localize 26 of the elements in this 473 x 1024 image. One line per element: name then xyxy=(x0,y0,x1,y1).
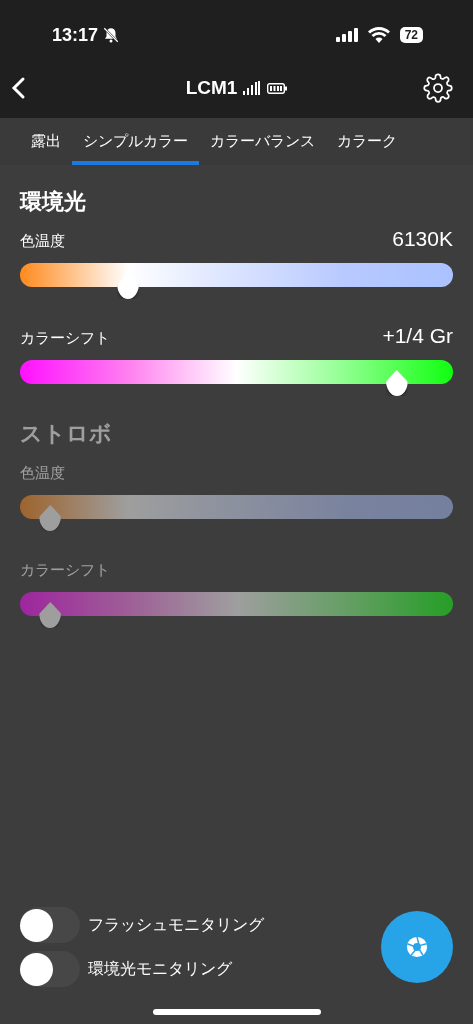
status-time: 13:17 xyxy=(52,24,99,46)
toggle-label: フラッシュモニタリング xyxy=(88,914,264,936)
section-title: 環境光 xyxy=(20,188,86,216)
signal-icon xyxy=(243,81,262,95)
toggle-label: 環境光モニタリング xyxy=(88,958,232,980)
battery-icon xyxy=(267,82,288,94)
slider-label: カラーシフト xyxy=(20,329,110,348)
slider-label: 色温度 xyxy=(20,464,65,483)
bell-slash-icon xyxy=(102,26,121,44)
slider-label: 色温度 xyxy=(20,232,65,251)
aperture-icon xyxy=(406,936,428,958)
signal-icon xyxy=(335,28,358,42)
tab[interactable]: カラーバランス xyxy=(199,118,326,165)
settings-button[interactable] xyxy=(423,73,453,103)
wifi-icon xyxy=(367,27,390,43)
battery-level: 72 xyxy=(399,27,423,43)
toggle-switch[interactable] xyxy=(20,951,80,987)
tab[interactable]: シンプルカラー xyxy=(72,118,199,165)
tab[interactable]: カラーク xyxy=(326,118,408,165)
slider-reading: +1/4 Gr xyxy=(382,324,453,348)
slider-reading: 6130K xyxy=(392,227,453,251)
device-title: LCM1 xyxy=(185,77,238,99)
tab[interactable]: 露出 xyxy=(20,118,72,165)
toggle-switch[interactable] xyxy=(20,907,80,943)
section-title: ストロボ xyxy=(20,420,112,448)
slider-label: カラーシフト xyxy=(20,561,110,580)
